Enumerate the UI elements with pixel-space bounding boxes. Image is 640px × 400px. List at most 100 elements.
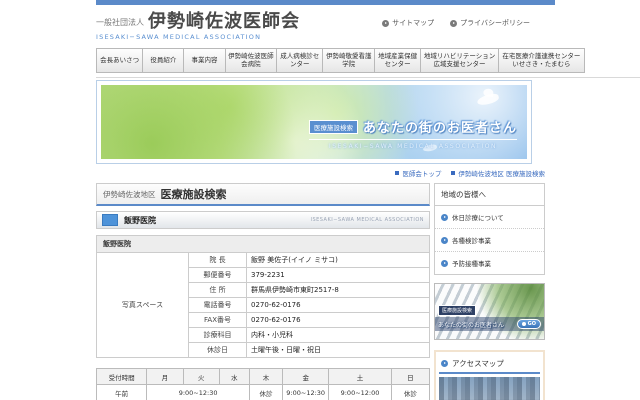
clinic-square-icon bbox=[102, 214, 118, 226]
nav-item-activities[interactable]: 事業内容 bbox=[184, 48, 225, 73]
sidebar-item-vaccinations[interactable]: 予防接種事業 bbox=[435, 252, 544, 274]
nav-item-hospital[interactable]: 伊勢崎佐波医師会病院 bbox=[226, 48, 278, 73]
bullet-icon bbox=[395, 171, 399, 175]
nav-item-greeting[interactable]: 会長あいさつ bbox=[96, 48, 143, 73]
hours-cell-am-fri: 9:00~12:30 bbox=[283, 385, 329, 400]
org-name: 伊勢崎佐波医師会 bbox=[148, 13, 300, 31]
clinic-bar-en-text: ISESAKI−SAWA MEDICAL ASSOCIATION bbox=[310, 217, 424, 223]
site-header: 一般社団法人 伊勢崎佐波医師会 ISESAKI−SAWA MEDICAL ASS… bbox=[96, 5, 585, 48]
access-map-box: アクセスマップ bbox=[434, 350, 545, 400]
hero-image: 医療施設検索 あなたの街のお医者さん ISESAKI−SAWA MEDICAL … bbox=[101, 85, 527, 159]
sitemap-link[interactable]: サイトマップ bbox=[382, 18, 434, 28]
hours-cell-am-monwed: 9:00~12:30 bbox=[147, 385, 250, 400]
banner-title: あなたの街のお医者さん bbox=[438, 320, 504, 329]
detail-label: 郵便番号 bbox=[189, 268, 247, 283]
nav-item-occupational-health[interactable]: 地域産業保健センター bbox=[375, 48, 421, 73]
detail-label: 休診日 bbox=[189, 343, 247, 358]
arrow-circle-icon bbox=[441, 237, 448, 244]
detail-label: 診療科目 bbox=[189, 328, 247, 343]
hero-title: あなたの街のお医者さん bbox=[363, 117, 517, 136]
sidebar-item-label: 予防接種事業 bbox=[452, 258, 491, 268]
privacy-policy-link[interactable]: プライバシーポリシー bbox=[450, 18, 530, 28]
photo-space-cell: 写真スペース bbox=[97, 253, 189, 358]
nav-item-rehabilitation[interactable]: 地域リハビリテーション広域支援センター bbox=[421, 48, 499, 73]
hero-text: 医療施設検索 あなたの街のお医者さん ISESAKI−SAWA MEDICAL … bbox=[309, 117, 517, 150]
detail-label: 住 所 bbox=[189, 283, 247, 298]
sidebar-menu: 地域の皆様へ 休日診療について 各種検診事業 予防接種事業 bbox=[434, 183, 545, 275]
clinic-detail-table: 飯野医院 写真スペース 院 長 飯野 美佐子(イイノ ミサコ) 郵便番号 379… bbox=[96, 235, 430, 358]
hours-cell-am-sun: 休診 bbox=[391, 385, 429, 400]
org-name-en: ISESAKI−SAWA MEDICAL ASSOCIATION bbox=[96, 33, 585, 41]
nav-item-home-care[interactable]: 在宅医療介護連携センターいせさき・たまむら bbox=[499, 48, 585, 73]
sidebar-item-label: 各種検診事業 bbox=[452, 235, 491, 245]
sidebar-item-screenings[interactable]: 各種検診事業 bbox=[435, 229, 544, 252]
access-map-header: アクセスマップ bbox=[439, 355, 540, 374]
detail-value: 379-2231 bbox=[247, 268, 430, 283]
nav-item-checkup-center[interactable]: 成人病検診センター bbox=[277, 48, 323, 73]
sitemap-link-label: サイトマップ bbox=[392, 18, 434, 28]
arrow-circle-icon bbox=[441, 214, 448, 221]
clinic-name: 飯野医院 bbox=[124, 215, 310, 226]
hero-banner: 医療施設検索 あなたの街のお医者さん ISESAKI−SAWA MEDICAL … bbox=[96, 80, 532, 164]
hours-header-sat: 土 bbox=[329, 369, 391, 385]
detail-label: 電話番号 bbox=[189, 298, 247, 313]
detail-value: 0270-62-0176 bbox=[247, 298, 430, 313]
hours-header-mon: 月 bbox=[147, 369, 183, 385]
hours-header-thu: 木 bbox=[249, 369, 282, 385]
reception-hours-table: 受付時間 月 火 水 木 金 土 日 午前 9:00~12:30 休診 9:00… bbox=[96, 368, 430, 400]
arrow-circle-icon bbox=[382, 20, 389, 27]
breadcrumb-home-link[interactable]: 医師会トップ bbox=[395, 168, 441, 178]
sidebar-item-holiday-care[interactable]: 休日診療について bbox=[435, 206, 544, 229]
detail-value: 内科・小児科 bbox=[247, 328, 430, 343]
detail-value: 群馬県伊勢崎市東町2517-8 bbox=[247, 283, 430, 298]
hero-subtitle: ISESAKI−SAWA MEDICAL ASSOCIATION bbox=[309, 143, 517, 150]
page-title-region: 伊勢崎佐波地区 bbox=[103, 189, 156, 200]
bullet-icon bbox=[451, 171, 455, 175]
arrow-circle-icon bbox=[450, 20, 457, 27]
page-title: 伊勢崎佐波地区 医療施設検索 bbox=[96, 183, 430, 206]
facility-search-banner[interactable]: 医療施設検索 あなたの街のお医者さん GO bbox=[434, 283, 545, 340]
detail-label: 院 長 bbox=[189, 253, 247, 268]
detail-label: FAX番号 bbox=[189, 313, 247, 328]
sidebar: 地域の皆様へ 休日診療について 各種検診事業 予防接種事業 医療施設検索 あなた… bbox=[434, 183, 545, 400]
breadcrumb-home-label: 医師会トップ bbox=[402, 168, 441, 178]
breadcrumb-current-label: 伊勢崎佐波地区 医療施設検索 bbox=[458, 168, 545, 178]
detail-value: 飯野 美佐子(イイノ ミサコ) bbox=[247, 253, 430, 268]
hours-row-label: 午前 bbox=[97, 385, 147, 400]
hours-cell-am-thu: 休診 bbox=[249, 385, 282, 400]
hours-header-fri: 金 bbox=[283, 369, 329, 385]
breadcrumb: 医師会トップ 伊勢崎佐波地区 医療施設検索 bbox=[96, 168, 545, 178]
hours-header-wed: 水 bbox=[219, 369, 249, 385]
hours-cell-am-sat: 9:00~12:00 bbox=[329, 385, 391, 400]
detail-value: 0270-62-0176 bbox=[247, 313, 430, 328]
arrow-circle-icon bbox=[441, 360, 448, 367]
hours-header-sun: 日 bbox=[391, 369, 429, 385]
go-button-label: GO bbox=[528, 321, 536, 327]
access-map-title: アクセスマップ bbox=[452, 358, 504, 369]
dot-icon bbox=[522, 322, 526, 326]
main-nav: 会長あいさつ 役員紹介 事業内容 伊勢崎佐波医師会病院 成人病検診センター 伊勢… bbox=[96, 48, 585, 73]
header-divider bbox=[96, 77, 640, 78]
nav-item-nursing-school[interactable]: 伊勢崎敬愛看護学院 bbox=[323, 48, 375, 73]
clinic-section-bar: 飯野医院 ISESAKI−SAWA MEDICAL ASSOCIATION bbox=[96, 211, 430, 229]
banner-badge: 医療施設検索 bbox=[438, 305, 476, 316]
page-title-main: 医療施設検索 bbox=[161, 186, 227, 202]
privacy-link-label: プライバシーポリシー bbox=[460, 18, 530, 28]
detail-table-header: 飯野医院 bbox=[97, 236, 430, 253]
hero-badge: 医療施設検索 bbox=[309, 120, 358, 134]
hours-header: 受付時間 bbox=[97, 369, 147, 385]
detail-value: 土曜午後・日曜・祝日 bbox=[247, 343, 430, 358]
org-type-label: 一般社団法人 bbox=[96, 17, 144, 31]
main-content: 伊勢崎佐波地区 医療施設検索 飯野医院 ISESAKI−SAWA MEDICAL… bbox=[96, 183, 430, 400]
utility-links: サイトマップ プライバシーポリシー bbox=[382, 18, 530, 28]
nav-item-officers[interactable]: 役員紹介 bbox=[143, 48, 184, 73]
go-button[interactable]: GO bbox=[517, 319, 541, 329]
dove-icon bbox=[476, 92, 500, 106]
page-container: 一般社団法人 伊勢崎佐波医師会 ISESAKI−SAWA MEDICAL ASS… bbox=[96, 0, 585, 400]
sidebar-item-label: 休日診療について bbox=[452, 212, 504, 222]
breadcrumb-current[interactable]: 伊勢崎佐波地区 医療施設検索 bbox=[451, 168, 545, 178]
hours-header-tue: 火 bbox=[183, 369, 219, 385]
arrow-circle-icon bbox=[441, 260, 448, 267]
sidebar-menu-title: 地域の皆様へ bbox=[435, 184, 544, 206]
access-map-photo[interactable] bbox=[439, 377, 540, 400]
